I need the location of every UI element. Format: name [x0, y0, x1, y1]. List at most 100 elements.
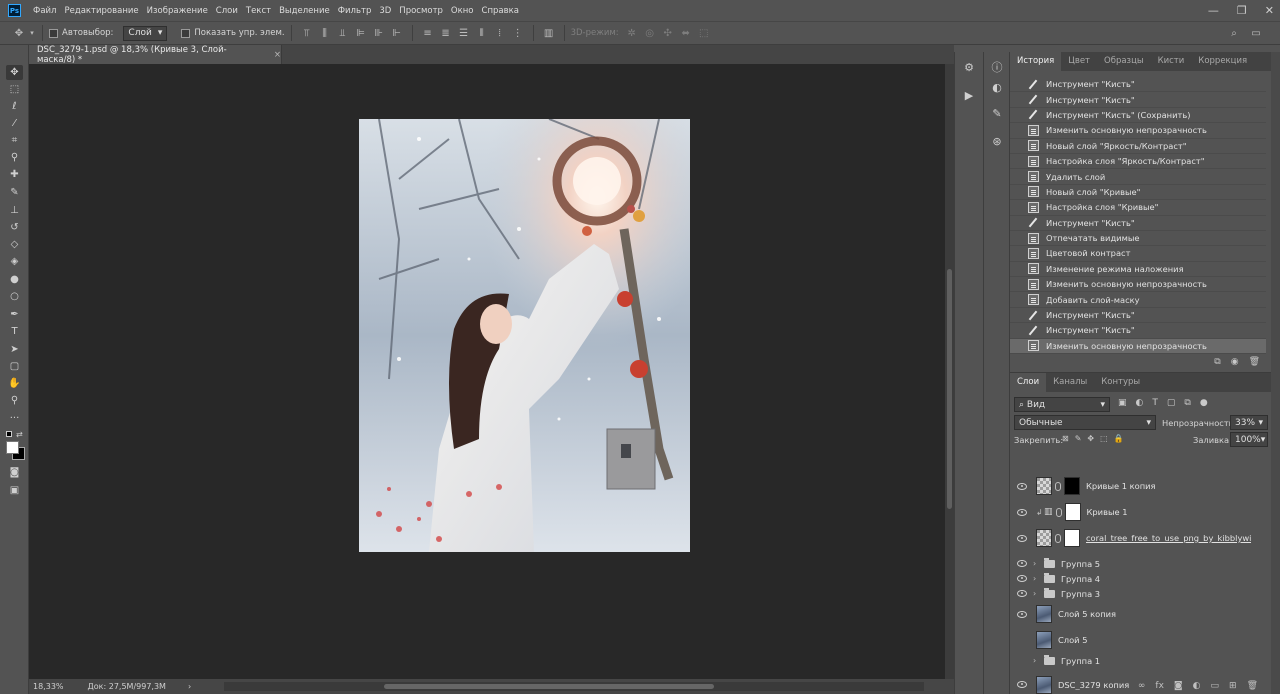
brush-settings-icon[interactable]: ✎: [989, 106, 1005, 122]
auto-align-icon[interactable]: ▥: [540, 28, 558, 39]
history-item[interactable]: Изменить основную непрозрачность: [1010, 123, 1266, 139]
document-tab[interactable]: DSC_3279-1.psd @ 18,3% (Кривые 3, Слой-м…: [29, 45, 282, 65]
visibility-eye-icon[interactable]: [1017, 482, 1027, 490]
canvas-area[interactable]: [29, 64, 945, 679]
add-mask-icon[interactable]: ◙: [1174, 681, 1183, 691]
lasso-icon[interactable]: ℓ: [6, 99, 23, 114]
history-item[interactable]: Изменить основную непрозрачность: [1010, 277, 1266, 293]
eraser-icon[interactable]: ◇: [6, 237, 23, 252]
layer-row[interactable]: › Группа 5: [1010, 556, 1272, 571]
menu-type[interactable]: Текст: [242, 6, 275, 16]
history-item[interactable]: Инструмент "Кисть": [1010, 216, 1266, 231]
document-canvas-image[interactable]: [359, 119, 690, 552]
tab-layers[interactable]: Слои: [1010, 373, 1047, 392]
layer-row[interactable]: ↲ ▥ Кривые 1: [1010, 499, 1272, 525]
tab-channels[interactable]: Каналы: [1046, 373, 1094, 392]
history-item[interactable]: Добавить слой-маску: [1010, 292, 1266, 308]
visibility-eye-icon[interactable]: [1017, 560, 1027, 567]
link-layers-icon[interactable]: ∞: [1138, 681, 1146, 691]
distribute-left-icon[interactable]: ⦀: [473, 28, 491, 39]
quick-mask-icon[interactable]: ◙: [6, 465, 23, 480]
horizontal-scroll-thumb[interactable]: [384, 684, 714, 689]
menu-help[interactable]: Справка: [478, 6, 523, 16]
menu-window[interactable]: Окно: [447, 6, 478, 16]
history-item[interactable]: Изменение режима наложения: [1010, 262, 1266, 278]
vertical-scroll-thumb[interactable]: [947, 269, 952, 509]
distribute-vcenter-icon[interactable]: ≣: [437, 28, 455, 39]
visibility-eye-icon[interactable]: [1017, 610, 1027, 618]
layer-row[interactable]: coral_tree_free_to_use_png_by_kibblywib.…: [1010, 525, 1272, 551]
lock-all-icon[interactable]: 🔒: [1114, 434, 1124, 443]
foreground-color-swatch[interactable]: [6, 441, 19, 454]
adjustments-icon[interactable]: ◐: [989, 80, 1005, 96]
layer-row[interactable]: › Группа 4: [1010, 571, 1272, 586]
align-bottom-icon[interactable]: ⫫: [334, 28, 352, 39]
history-item[interactable]: Настройка слоя "Яркость/Контраст": [1010, 154, 1266, 170]
menu-filter[interactable]: Фильтр: [334, 6, 376, 16]
stamp-icon[interactable]: ⊥: [6, 203, 23, 218]
trash-icon[interactable]: 🗑: [1247, 681, 1258, 691]
align-right-icon[interactable]: ⊩: [388, 28, 406, 39]
autoselect-checkbox[interactable]: [49, 28, 58, 38]
distribute-right-icon[interactable]: ⋮: [509, 28, 527, 39]
restore-button[interactable]: ❐: [1237, 4, 1247, 17]
tab-swatches[interactable]: Образцы: [1097, 52, 1151, 71]
menu-select[interactable]: Выделение: [275, 6, 334, 16]
move-icon[interactable]: ✥: [6, 65, 23, 80]
menu-3d[interactable]: 3D: [375, 6, 395, 16]
filter-pixel-icon[interactable]: ▣: [1118, 398, 1127, 408]
filter-type-icon[interactable]: T: [1152, 398, 1158, 408]
workspace-icon[interactable]: ▭: [1247, 28, 1265, 39]
blend-mode-dropdown[interactable]: Обычные ▾: [1014, 415, 1156, 430]
history-item[interactable]: Инструмент "Кисть": [1010, 308, 1266, 324]
layer-row[interactable]: › Группа 3: [1010, 586, 1272, 601]
canvas-horizontal-scrollbar[interactable]: [224, 682, 924, 691]
history-item[interactable]: Новый слой "Кривые": [1010, 185, 1266, 201]
properties-icon[interactable]: ⚙: [961, 60, 977, 76]
autoselect-dropdown[interactable]: Слой ▾: [123, 25, 168, 41]
history-item[interactable]: Инструмент "Кисть": [1010, 77, 1266, 93]
align-vcenter-icon[interactable]: ⫼: [316, 28, 334, 39]
distribute-bottom-icon[interactable]: ☰: [455, 28, 473, 39]
history-item[interactable]: Новый слой "Яркость/Контраст": [1010, 139, 1266, 154]
menu-file[interactable]: Файл: [29, 6, 60, 16]
swap-colors-icon[interactable]: ⇄: [16, 430, 23, 439]
fx-icon[interactable]: fx: [1155, 681, 1164, 691]
panels-scrollbar[interactable]: [1271, 52, 1280, 694]
crop-icon[interactable]: ⌗: [6, 133, 23, 148]
new-adjustment-icon[interactable]: ◐: [1193, 681, 1201, 691]
show-transform-checkbox[interactable]: [181, 28, 191, 38]
marquee-icon[interactable]: ⬚: [6, 82, 23, 97]
tab-adjustments[interactable]: Коррекция: [1191, 52, 1254, 71]
brush-icon[interactable]: ✎: [6, 185, 23, 200]
filter-smart-icon[interactable]: ⧉: [1184, 398, 1190, 408]
history-item[interactable]: Цветовой контраст: [1010, 246, 1266, 262]
tab-history[interactable]: История: [1010, 52, 1062, 71]
gradient-icon[interactable]: ◈: [6, 254, 23, 269]
visibility-eye-icon[interactable]: [1017, 534, 1027, 542]
chevron-down-icon[interactable]: ▾: [28, 29, 36, 37]
path-select-icon[interactable]: ➤: [6, 342, 23, 357]
layer-row[interactable]: Кривые 1 копия: [1010, 473, 1272, 499]
zoom-icon[interactable]: ⚲: [6, 393, 23, 408]
visibility-eye-icon[interactable]: [1017, 575, 1027, 582]
history-item[interactable]: Удалить слой: [1010, 169, 1266, 185]
fill-input[interactable]: 100% ▾: [1230, 432, 1268, 447]
shape-icon[interactable]: ▢: [6, 359, 23, 374]
tab-color[interactable]: Цвет: [1061, 52, 1097, 71]
dodge-icon[interactable]: ○: [6, 289, 23, 304]
layer-filter-dropdown[interactable]: ⌕ Вид ▾: [1014, 397, 1110, 412]
lock-artboard-icon[interactable]: ⬚: [1100, 434, 1108, 443]
layer-row[interactable]: Слой 5 копия: [1010, 601, 1272, 627]
history-item[interactable]: Инструмент "Кисть" (Сохранить): [1010, 108, 1266, 124]
menu-image[interactable]: Изображение: [143, 6, 212, 16]
snapshot-icon[interactable]: ◉: [1231, 357, 1239, 367]
opacity-input[interactable]: 33% ▾: [1230, 415, 1268, 430]
zoom-level[interactable]: 18,33%: [33, 682, 64, 691]
default-colors-icon[interactable]: [6, 431, 12, 437]
history-item[interactable]: Настройка слоя "Кривые": [1010, 200, 1266, 216]
new-layer-icon[interactable]: ⊞: [1229, 681, 1237, 691]
blur-icon[interactable]: ●: [6, 272, 23, 287]
magic-wand-icon[interactable]: ⁄: [6, 116, 23, 131]
history-item[interactable]: Инструмент "Кисть": [1010, 323, 1266, 339]
